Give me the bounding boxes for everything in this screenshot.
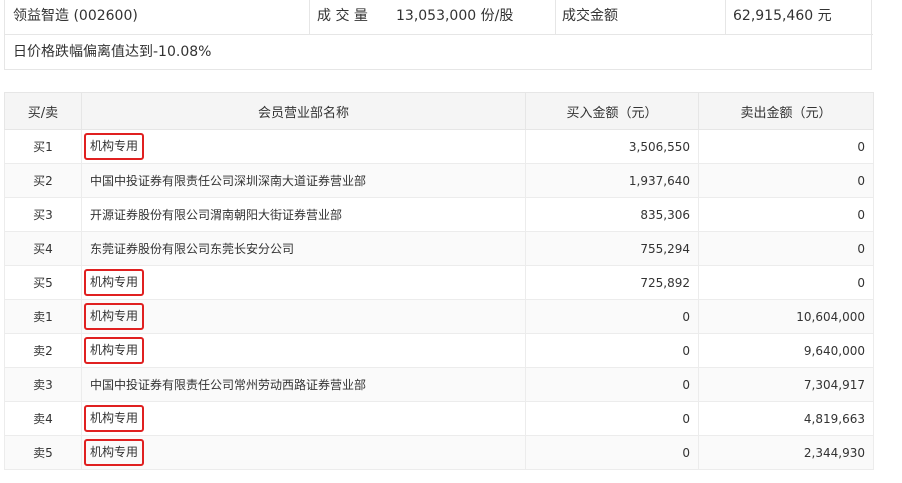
broker-name-cell: 机构专用: [81, 299, 526, 334]
highlighted-broker-name: 机构专用: [84, 269, 145, 296]
broker-name: 中国中投证券有限责任公司常州劳动西路证券营业部: [90, 378, 367, 392]
sell-amount: 9,640,000: [698, 333, 874, 368]
buy-amount: 0: [525, 401, 699, 436]
broker-table: 买/卖 会员营业部名称 买入金额（元） 卖出金额（元） 买1 机构专用 3,506,…: [4, 92, 874, 470]
table-row: 买3 开源证券股份有限公司渭南朝阳大街证券营业部 835,306 0: [4, 197, 874, 232]
table-row: 买5 机构专用 725,892 0: [4, 265, 874, 300]
broker-name-cell: 机构专用: [81, 129, 526, 164]
table-row: 卖4 机构专用 0 4,819,663: [4, 401, 874, 436]
volume-value: 13,053,000 份/股: [396, 8, 514, 24]
highlighted-broker-name: 机构专用: [84, 133, 145, 160]
broker-name: 中国中投证券有限责任公司深圳深南大道证券营业部: [90, 174, 367, 188]
broker-name-cell: 中国中投证券有限责任公司常州劳动西路证券营业部: [81, 367, 526, 402]
buy-amount: 835,306: [525, 197, 699, 232]
highlighted-broker-name: 机构专用: [84, 405, 145, 432]
amount-value: 62,915,460 元: [733, 8, 832, 24]
buy-amount: 0: [525, 299, 699, 334]
sell-amount: 0: [698, 231, 874, 266]
table-row: 卖5 机构专用 0 2,344,930: [4, 435, 874, 470]
table-row: 买1 机构专用 3,506,550 0: [4, 129, 874, 164]
sell-amount: 7,304,917: [698, 367, 874, 402]
row-type: 卖2: [4, 333, 82, 368]
broker-name: 东莞证券股份有限公司东莞长安分公司: [90, 242, 295, 256]
reason-row: 日价格跌幅偏离值达到-10.08%: [5, 34, 873, 70]
row-type: 买4: [4, 231, 82, 266]
row-type: 卖4: [4, 401, 82, 436]
highlighted-broker-name: 机构专用: [84, 303, 145, 330]
broker-name-cell: 机构专用: [81, 401, 526, 436]
row-type: 买3: [4, 197, 82, 232]
divider: [725, 0, 726, 34]
table-row: 卖1 机构专用 0 10,604,000: [4, 299, 874, 334]
table-row: 买4 东莞证券股份有限公司东莞长安分公司 755,294 0: [4, 231, 874, 266]
header-type: 买/卖: [4, 92, 82, 130]
buy-amount: 1,937,640: [525, 163, 699, 198]
buy-amount: 755,294: [525, 231, 699, 266]
trade-summary: 领益智造 (002600) 成 交 量 13,053,000 份/股 成交金额 …: [4, 0, 873, 70]
table-row: 买2 中国中投证券有限责任公司深圳深南大道证券营业部 1,937,640 0: [4, 163, 874, 198]
sell-amount: 0: [698, 265, 874, 300]
table-header-row: 买/卖 会员营业部名称 买入金额（元） 卖出金额（元）: [4, 92, 874, 130]
volume-label: 成 交 量: [317, 8, 368, 24]
highlighted-broker-name: 机构专用: [84, 439, 145, 466]
row-type: 卖5: [4, 435, 82, 470]
broker-name-cell: 东莞证券股份有限公司东莞长安分公司: [81, 231, 526, 266]
sell-amount: 10,604,000: [698, 299, 874, 334]
table-body: 买1 机构专用 3,506,550 0 买2 中国中投证券有限责任公司深圳深南大道证券营业…: [4, 129, 874, 470]
table-row: 卖3 中国中投证券有限责任公司常州劳动西路证券营业部 0 7,304,917: [4, 367, 874, 402]
row-type: 买5: [4, 265, 82, 300]
row-type: 买1: [4, 129, 82, 164]
broker-name-cell: 开源证券股份有限公司渭南朝阳大街证券营业部: [81, 197, 526, 232]
sell-amount: 0: [698, 163, 874, 198]
row-type: 买2: [4, 163, 82, 198]
sell-amount: 0: [698, 197, 874, 232]
broker-name: 开源证券股份有限公司渭南朝阳大街证券营业部: [90, 208, 343, 222]
highlighted-broker-name: 机构专用: [84, 337, 145, 364]
row-type: 卖1: [4, 299, 82, 334]
broker-name-cell: 机构专用: [81, 435, 526, 470]
buy-amount: 725,892: [525, 265, 699, 300]
table-row: 卖2 机构专用 0 9,640,000: [4, 333, 874, 368]
broker-name-cell: 机构专用: [81, 265, 526, 300]
header-sell-amount: 卖出金额（元）: [698, 92, 874, 130]
buy-amount: 0: [525, 367, 699, 402]
header-buy-amount: 买入金额（元）: [525, 92, 699, 130]
buy-amount: 3,506,550: [525, 129, 699, 164]
reason-text: 日价格跌幅偏离值达到-10.08%: [13, 44, 212, 60]
amount-label: 成交金额: [562, 8, 618, 24]
sell-amount: 0: [698, 129, 874, 164]
buy-amount: 0: [525, 435, 699, 470]
divider: [555, 0, 556, 34]
sell-amount: 2,344,930: [698, 435, 874, 470]
row-type: 卖3: [4, 367, 82, 402]
sell-amount: 4,819,663: [698, 401, 874, 436]
buy-amount: 0: [525, 333, 699, 368]
stock-name: 领益智造 (002600): [13, 8, 138, 24]
broker-name-cell: 中国中投证券有限责任公司深圳深南大道证券营业部: [81, 163, 526, 198]
broker-name-cell: 机构专用: [81, 333, 526, 368]
summary-row: 领益智造 (002600) 成 交 量 13,053,000 份/股 成交金额 …: [5, 0, 873, 35]
divider: [309, 0, 310, 34]
header-broker-name: 会员营业部名称: [81, 92, 526, 130]
